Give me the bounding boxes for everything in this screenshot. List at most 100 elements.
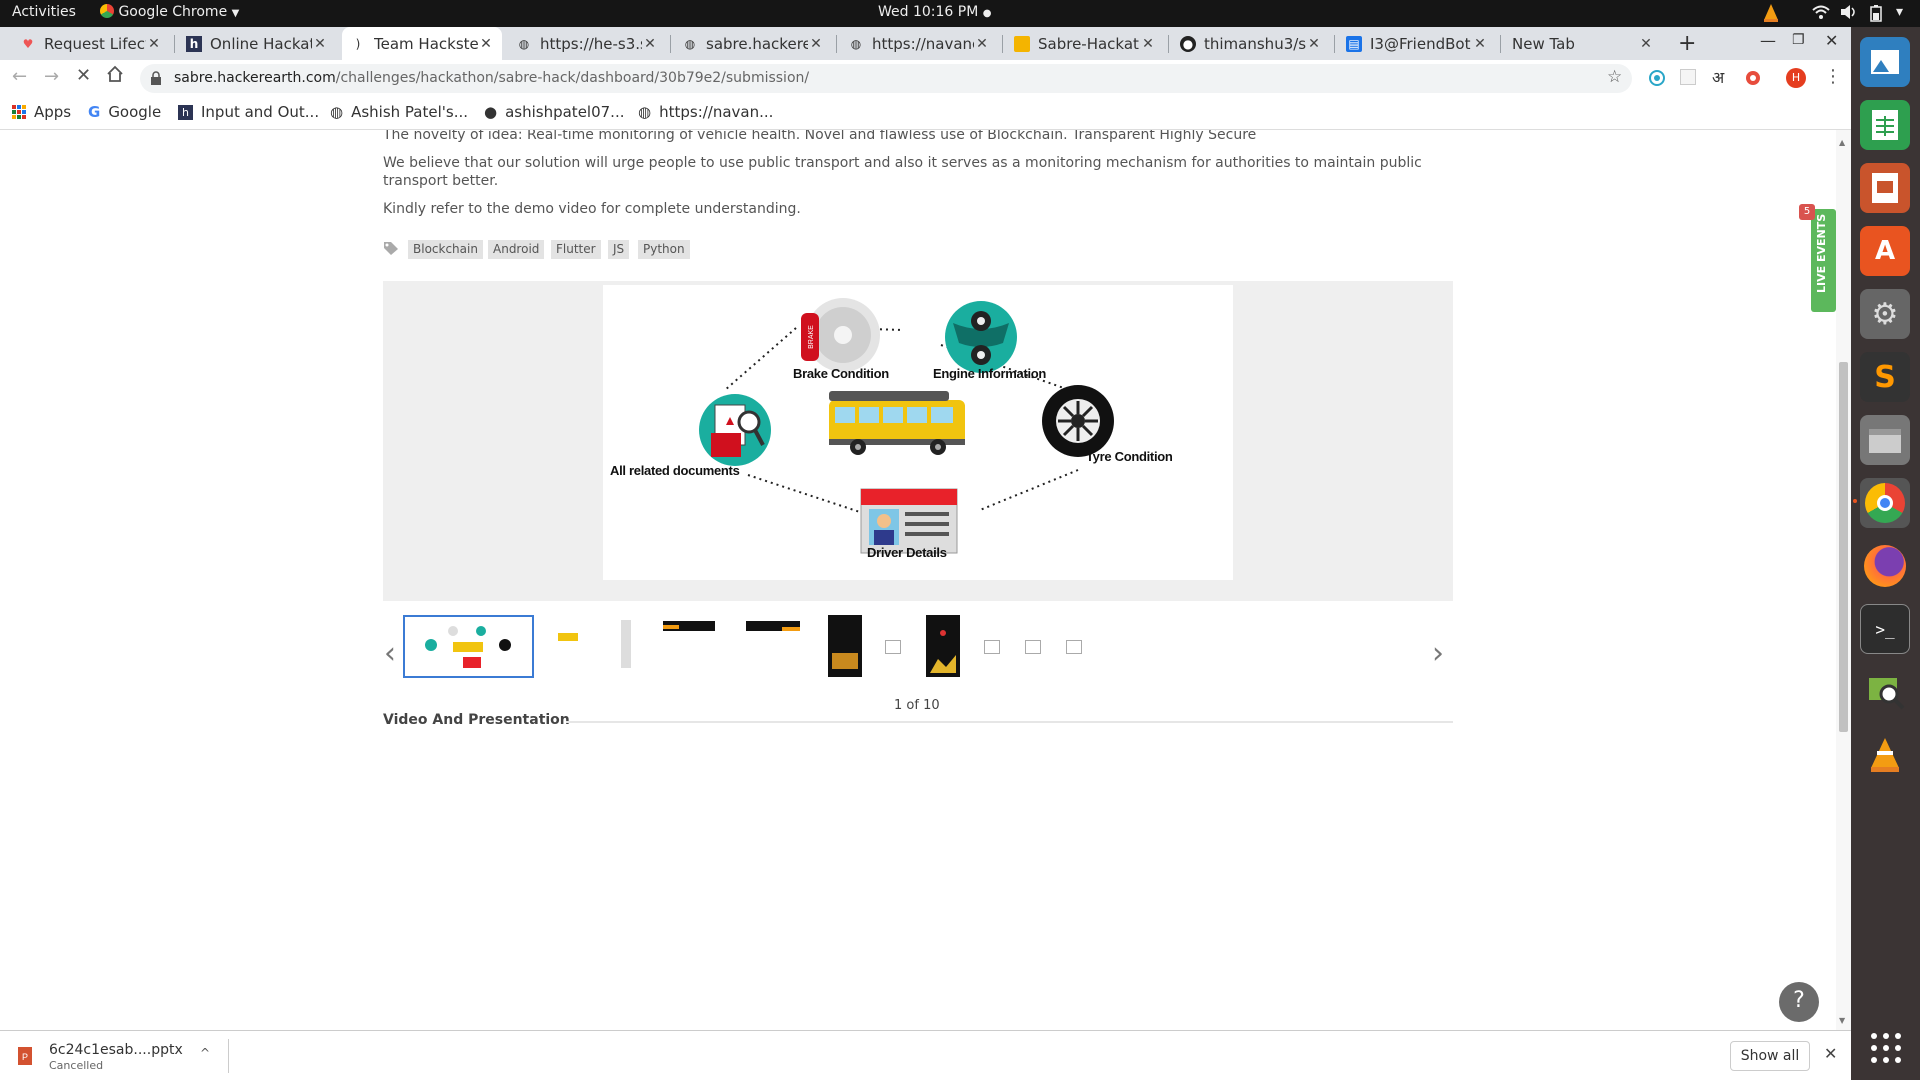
- svg-text:BRAKE: BRAKE: [808, 325, 815, 349]
- broken-image-icon[interactable]: [1066, 640, 1082, 654]
- new-tab-button[interactable]: +: [1678, 31, 1696, 56]
- slide-thumbnail-2[interactable]: [553, 615, 633, 675]
- software-center-icon[interactable]: A: [1860, 226, 1910, 276]
- home-button[interactable]: [106, 65, 124, 87]
- image-viewer-icon[interactable]: [1860, 37, 1910, 87]
- battery-icon[interactable]: [1870, 4, 1882, 26]
- tab-sabre-hackerearth[interactable]: ◍sabre.hackerea✕: [674, 27, 832, 60]
- hackerearth-favicon-icon: h: [186, 35, 202, 52]
- tag-chip[interactable]: Android: [488, 240, 545, 259]
- tab-new-tab[interactable]: New Tab ✕: [1504, 27, 1662, 60]
- vlc-icon[interactable]: [1860, 730, 1910, 780]
- image-search-icon[interactable]: [1860, 667, 1910, 717]
- profile-avatar[interactable]: H: [1786, 68, 1806, 88]
- presentation-icon[interactable]: [1860, 163, 1910, 213]
- section-title-video-presentation: Video And Presentation: [383, 712, 570, 728]
- tab-sabre-hackathon-slides[interactable]: Sabre-Hackath ✕: [1006, 27, 1164, 60]
- tab-github-thimanshu3[interactable]: ● thimanshu3/sa ✕: [1172, 27, 1330, 60]
- chrome-dock-icon[interactable]: [1860, 478, 1910, 528]
- tab-close-icon[interactable]: ✕: [312, 36, 328, 52]
- extension-icon-2[interactable]: [1680, 69, 1696, 85]
- description-impact: We believe that our solution will urge p…: [383, 155, 1422, 189]
- tab-friendbot[interactable]: ▤ I3@FriendBot ✕: [1338, 27, 1496, 60]
- sublime-text-icon[interactable]: S: [1860, 352, 1910, 402]
- bookmarks-bar: Apps G Google h Input and Out... ◍ Ashish P…: [0, 97, 1851, 130]
- tab-close-icon[interactable]: ✕: [1638, 36, 1654, 52]
- file-manager-icon[interactable]: [1860, 415, 1910, 465]
- bookmark-apps[interactable]: Apps: [12, 103, 71, 121]
- bookmark-navan[interactable]: ◍ https://navan...: [638, 103, 773, 121]
- help-button[interactable]: ?: [1779, 982, 1819, 1022]
- download-status: Cancelled: [49, 1059, 104, 1072]
- bookmark-ashishpatel07[interactable]: ● ashishpatel07...: [484, 103, 624, 121]
- download-filename[interactable]: 6c24c1esab....pptx: [49, 1042, 183, 1058]
- tag-chip[interactable]: Flutter: [551, 240, 601, 259]
- back-button[interactable]: ←: [12, 66, 27, 87]
- bookmark-ashish-patel[interactable]: ◍ Ashish Patel's...: [330, 103, 468, 121]
- tab-online-hackathon[interactable]: h Online Hackat ✕: [178, 27, 336, 60]
- broken-image-icon[interactable]: [984, 640, 1000, 654]
- address-bar[interactable]: sabre.hackerearth.com/challenges/hackath…: [140, 64, 1632, 93]
- slide-thumbnail-7[interactable]: [926, 615, 960, 677]
- firefox-icon[interactable]: [1860, 541, 1910, 591]
- tag-chip[interactable]: Blockchain: [408, 240, 483, 259]
- bookmark-star-icon[interactable]: ☆: [1607, 67, 1622, 87]
- terminal-icon[interactable]: >_: [1860, 604, 1910, 654]
- slide-thumbnail-5[interactable]: [828, 615, 862, 677]
- lock-icon[interactable]: [150, 71, 162, 89]
- show-applications-icon[interactable]: [1870, 1032, 1902, 1068]
- close-window-button[interactable]: ✕: [1825, 31, 1838, 50]
- minimize-window-button[interactable]: —: [1760, 31, 1776, 50]
- hindi-input-icon[interactable]: अ: [1712, 66, 1724, 88]
- wifi-icon[interactable]: [1812, 4, 1830, 24]
- tab-strip: ♥ Request Lifecy ✕ h Online Hackat ✕ ) Team H…: [0, 27, 1851, 60]
- restore-window-button[interactable]: ❐: [1792, 32, 1805, 48]
- broken-image-icon[interactable]: [885, 640, 901, 654]
- tab-close-icon[interactable]: ✕: [146, 36, 162, 52]
- tab-navanc[interactable]: ◍ https://navanc ✕: [840, 27, 998, 60]
- tag-chip[interactable]: JS: [608, 240, 630, 259]
- carousel-next-button[interactable]: ›: [1432, 639, 1444, 669]
- volume-icon[interactable]: [1840, 4, 1858, 24]
- vlc-tray-icon[interactable]: [1762, 3, 1780, 27]
- slide-thumbnail-3[interactable]: [663, 615, 715, 635]
- show-all-downloads-button[interactable]: Show all: [1730, 1041, 1810, 1071]
- tab-request-lifecycle[interactable]: ♥ Request Lifecy ✕: [12, 27, 170, 60]
- slide-image[interactable]: BRAKE Brake Condition Engine Information…: [603, 285, 1233, 580]
- tag-chip[interactable]: Python: [638, 240, 690, 259]
- slide-thumbnail-4[interactable]: [746, 615, 800, 635]
- engine-icon: [945, 301, 1017, 373]
- extension-icon-1[interactable]: [1648, 69, 1666, 91]
- tab-close-icon[interactable]: ✕: [974, 36, 990, 52]
- tab-team-hackster[interactable]: ) Team Hackster ✕: [342, 27, 502, 60]
- section-divider: [566, 721, 1453, 723]
- download-options-chevron[interactable]: ^: [200, 1046, 210, 1060]
- engine-information-label: Engine Information: [933, 366, 1047, 381]
- page-scrollbar[interactable]: ▲ ▼: [1836, 130, 1851, 1030]
- activities-button[interactable]: Activities: [12, 4, 76, 20]
- tab-close-icon[interactable]: ✕: [1306, 36, 1322, 52]
- bookmark-input-output[interactable]: h Input and Out...: [178, 103, 319, 121]
- extension-icon-3[interactable]: [1744, 69, 1762, 91]
- tab-close-icon[interactable]: ✕: [1472, 36, 1488, 52]
- tab-close-icon[interactable]: ✕: [642, 36, 658, 52]
- settings-gear-icon[interactable]: ⚙: [1860, 289, 1910, 339]
- slide-thumbnail-1-selected[interactable]: [403, 615, 534, 678]
- tab-close-icon[interactable]: ✕: [1140, 36, 1156, 52]
- broken-image-icon[interactable]: [1025, 640, 1041, 654]
- power-menu-chevron[interactable]: ▾: [1896, 4, 1903, 20]
- bookmark-google[interactable]: G Google: [88, 103, 161, 121]
- stop-loading-button[interactable]: ✕: [76, 65, 91, 86]
- close-downloads-bar-button[interactable]: ✕: [1824, 1044, 1837, 1063]
- app-menu[interactable]: Google Chrome ▼: [100, 4, 239, 20]
- chrome-menu-icon[interactable]: ⋮: [1824, 66, 1842, 87]
- carousel-prev-button[interactable]: ‹: [384, 639, 396, 669]
- tab-close-icon[interactable]: ✕: [478, 36, 494, 52]
- forward-button[interactable]: →: [44, 66, 59, 87]
- clock[interactable]: Wed 10:16 PM ●: [878, 4, 991, 20]
- spreadsheet-icon[interactable]: [1860, 100, 1910, 150]
- tab-close-icon[interactable]: ✕: [808, 36, 824, 52]
- tab-he-s3[interactable]: ◍ https://he-s3.s ✕: [508, 27, 666, 60]
- live-events-tab[interactable]: LIVE EVENTS: [1811, 209, 1836, 312]
- scrollbar-thumb[interactable]: [1839, 362, 1848, 732]
